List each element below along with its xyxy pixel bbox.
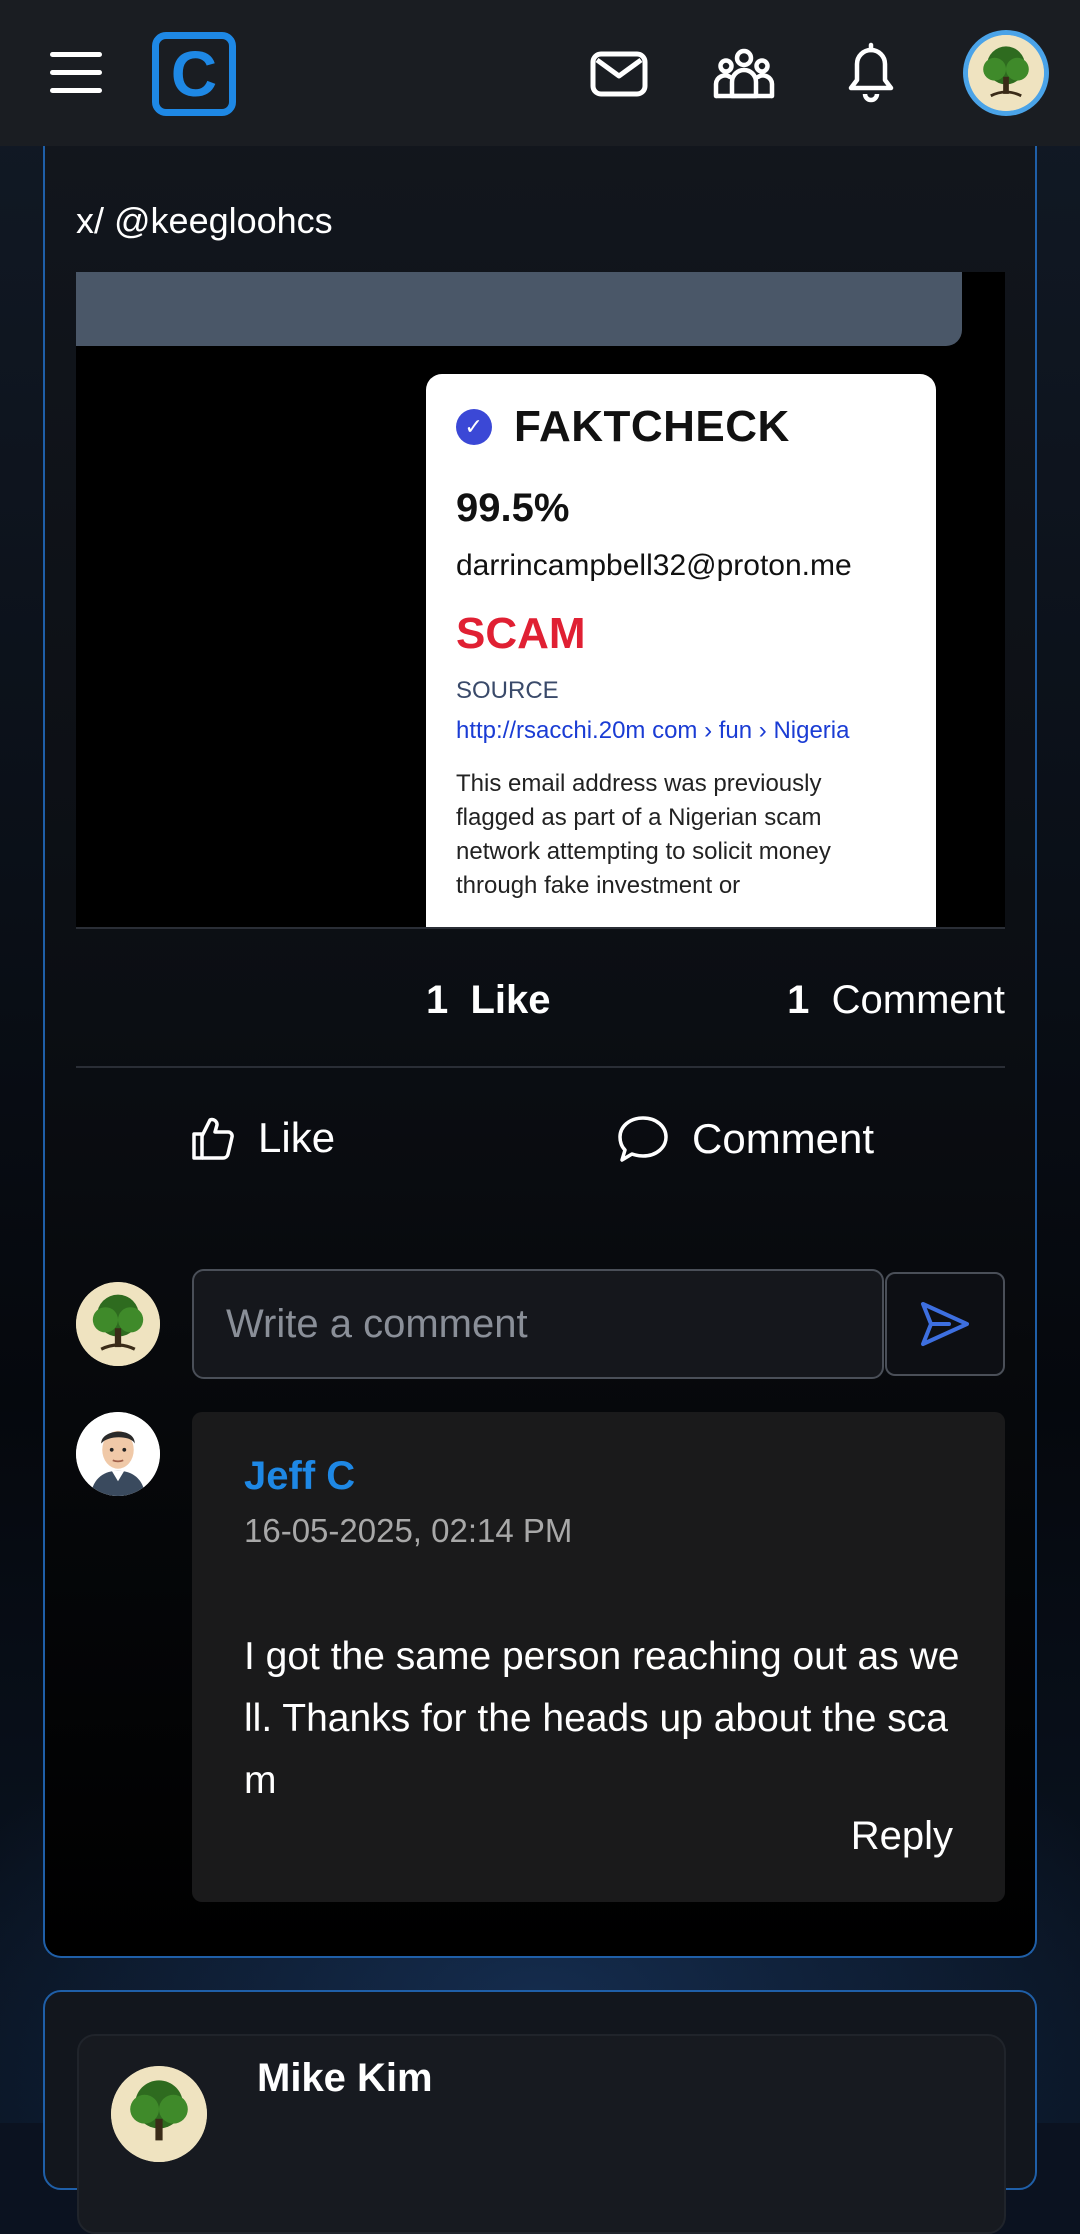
app-logo[interactable]: C: [152, 32, 236, 116]
hamburger-menu-icon[interactable]: [50, 52, 102, 94]
send-icon: [921, 1302, 969, 1346]
groups-icon[interactable]: [712, 42, 776, 106]
factcheck-source-label: SOURCE: [456, 677, 559, 704]
factcheck-percent: 99.5%: [456, 486, 570, 530]
comment-author[interactable]: Jeff C: [244, 1454, 355, 1499]
post-text: x/ @keegloohcs: [76, 200, 333, 241]
comments-count[interactable]: 1 Comment: [787, 978, 1005, 1023]
man-portrait-avatar-icon: [76, 1412, 160, 1496]
commenter-avatar[interactable]: [76, 1412, 160, 1496]
post-stats: 1 Like 1 Comment: [76, 930, 1005, 1068]
comment-button[interactable]: Comment: [616, 1114, 874, 1164]
next-post-header: Mike Kim: [77, 2034, 1006, 2234]
reply-button[interactable]: Reply: [851, 1814, 953, 1859]
factcheck-verdict: SCAM: [456, 609, 586, 658]
post-actions: Like Comment: [76, 1070, 1005, 1210]
like-button[interactable]: Like: [188, 1114, 335, 1162]
factcheck-description: This email address was previously flagge…: [456, 770, 831, 899]
top-navigation-bar: C: [0, 0, 1080, 146]
next-post-card: Mike Kim: [43, 1990, 1037, 2234]
factcheck-title: ✓ FAKTCHECK: [456, 402, 906, 452]
mail-icon[interactable]: [587, 42, 651, 106]
factcheck-email: darrincampbell32@proton.me: [456, 549, 852, 582]
thumbs-up-icon: [192, 1117, 234, 1160]
comment-input[interactable]: [192, 1269, 884, 1379]
factcheck-source-url: http://rsacchi.20m com › fun › Nigeria: [456, 717, 850, 744]
user-avatar[interactable]: [963, 30, 1049, 116]
tree-logo-avatar-icon: [968, 35, 1044, 111]
comment-timestamp: 16-05-2025, 02:14 PM: [244, 1512, 573, 1549]
factcheck-card: ✓ FAKTCHECK 99.5% darrincampbell32@proto…: [426, 374, 936, 927]
image-top-bar: [76, 272, 962, 346]
post-image[interactable]: ✓ FAKTCHECK 99.5% darrincampbell32@proto…: [76, 272, 1005, 929]
likes-count[interactable]: 1 Like: [426, 978, 551, 1023]
comment-text: I got the same person reaching out as we…: [244, 1635, 960, 1802]
tree-logo-avatar-icon: [76, 1282, 160, 1366]
send-comment-button[interactable]: [885, 1272, 1005, 1376]
next-post-avatar[interactable]: [111, 2066, 207, 2162]
tree-logo-avatar-icon: [111, 2066, 207, 2162]
speech-bubble-icon: [618, 1116, 668, 1162]
verified-check-icon: ✓: [456, 409, 492, 445]
comment-item: Jeff C 16-05-2025, 02:14 PM I got the sa…: [192, 1412, 1005, 1902]
current-user-avatar: [76, 1282, 160, 1366]
bell-icon[interactable]: [839, 42, 903, 106]
next-post-author[interactable]: Mike Kim: [257, 2056, 433, 2101]
